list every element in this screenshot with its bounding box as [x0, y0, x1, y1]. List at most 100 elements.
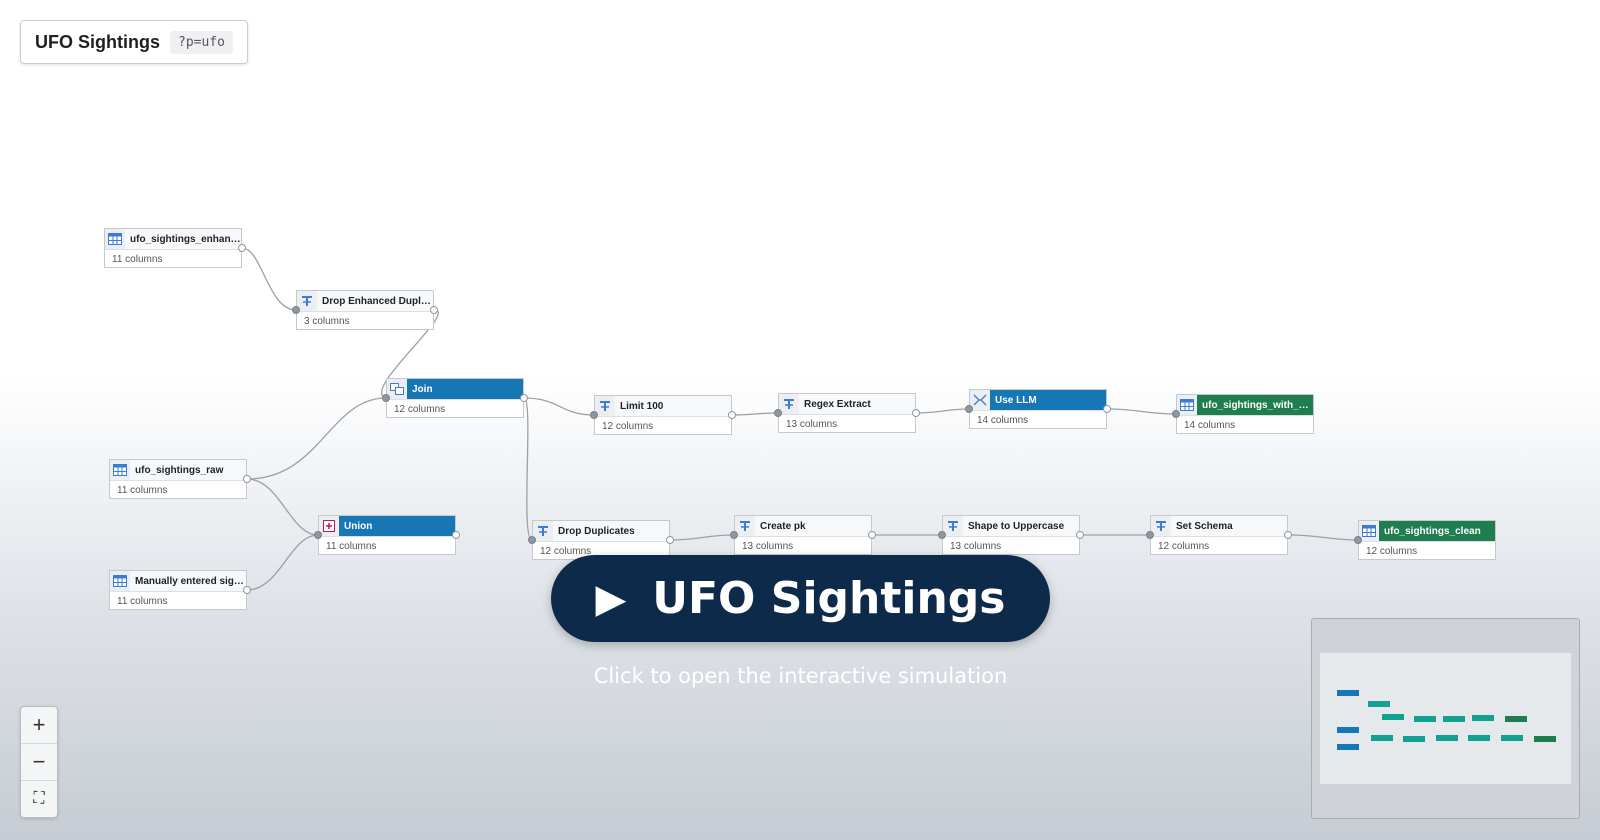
node-drop-enhanced-duplicates[interactable]: Drop Enhanced Dupli… 3 columns — [296, 290, 434, 330]
node-name: Drop Enhanced Dupli… — [322, 295, 433, 307]
minimap-node — [1337, 690, 1359, 696]
node-ufo-sightings-enhanced[interactable]: ufo_sightings_enhan… 11 columns — [104, 228, 242, 268]
node-drop-duplicates[interactable]: Drop Duplicates 12 columns — [532, 520, 670, 560]
node-join[interactable]: Join 12 columns — [386, 378, 524, 418]
node-column-count: 14 columns — [977, 415, 1029, 426]
node-column-count: 13 columns — [950, 541, 1002, 552]
node-output-port[interactable] — [452, 531, 460, 539]
node-name: Shape to Uppercase — [968, 520, 1065, 532]
edge-join-to-limit — [523, 397, 595, 416]
minimap-node — [1337, 744, 1359, 750]
node-output-port[interactable] — [430, 306, 438, 314]
transform-icon — [1151, 516, 1171, 536]
cta-label: UFO Sightings — [652, 573, 1006, 624]
node-column-count: 11 columns — [112, 254, 163, 265]
node-union[interactable]: Union 11 columns — [318, 515, 456, 555]
edge-raw-to-union — [246, 478, 319, 536]
minimap-node — [1468, 735, 1490, 741]
node-output-port[interactable] — [912, 409, 920, 417]
node-output-port[interactable] — [1103, 405, 1111, 413]
node-output-port[interactable] — [243, 586, 251, 594]
node-column-count: 13 columns — [786, 419, 838, 430]
edge-dropdup-to-createpk — [669, 534, 735, 541]
node-create-pk[interactable]: Create pk 13 columns — [734, 515, 872, 555]
node-column-count: 14 columns — [1184, 420, 1236, 431]
open-simulation-button[interactable]: ▶ UFO Sightings — [551, 555, 1050, 642]
node-column-count: 13 columns — [742, 541, 794, 552]
node-limit-100[interactable]: Limit 100 12 columns — [594, 395, 732, 435]
node-input-port[interactable] — [774, 409, 782, 417]
node-use-llm[interactable]: Use LLM 14 columns — [969, 389, 1107, 429]
node-column-count: 11 columns — [326, 541, 377, 552]
node-input-port[interactable] — [1146, 531, 1154, 539]
node-ufo-sightings-with-output[interactable]: ufo_sightings_with_c… 14 columns — [1176, 394, 1314, 434]
minimap-node — [1443, 716, 1465, 722]
minimap-node — [1534, 736, 1556, 742]
node-name: ufo_sightings_with_c… — [1202, 399, 1313, 411]
node-input-port[interactable] — [1172, 410, 1180, 418]
node-output-port[interactable] — [243, 475, 251, 483]
minimap-node — [1505, 716, 1527, 722]
minimap[interactable] — [1311, 618, 1580, 819]
node-column-count: 12 columns — [602, 421, 654, 432]
node-name: ufo_sightings_enhan… — [130, 233, 241, 245]
node-input-port[interactable] — [1354, 536, 1362, 544]
node-name: Regex Extract — [804, 398, 871, 410]
node-input-port[interactable] — [382, 394, 390, 402]
transform-icon — [943, 516, 963, 536]
node-input-port[interactable] — [528, 536, 536, 544]
node-manually-entered-sightings[interactable]: Manually entered sig… 11 columns — [109, 570, 247, 610]
transform-icon — [297, 291, 317, 311]
node-input-port[interactable] — [965, 405, 973, 413]
node-column-count: 12 columns — [1158, 541, 1210, 552]
minimap-node — [1472, 715, 1494, 721]
union-icon — [319, 516, 339, 536]
node-input-port[interactable] — [292, 306, 300, 314]
minimap-node — [1371, 735, 1393, 741]
table-icon — [110, 460, 130, 480]
node-set-schema[interactable]: Set Schema 12 columns — [1150, 515, 1288, 555]
fit-view-button[interactable]: ⛶ — [21, 781, 57, 817]
zoom-in-button[interactable]: + — [21, 707, 57, 744]
node-ufo-sightings-clean[interactable]: ufo_sightings_clean 12 columns — [1358, 520, 1496, 560]
node-output-port[interactable] — [1284, 531, 1292, 539]
zoom-controls: + − ⛶ — [20, 706, 58, 818]
node-column-count: 12 columns — [1366, 546, 1418, 557]
node-column-count: 11 columns — [117, 485, 168, 496]
node-output-port[interactable] — [666, 536, 674, 544]
node-output-port[interactable] — [868, 531, 876, 539]
edge-limit-to-regex — [731, 412, 779, 416]
node-name: Join — [412, 383, 433, 395]
edge-llm-to-output — [1106, 408, 1177, 415]
table-icon — [110, 571, 130, 591]
node-regex-extract[interactable]: Regex Extract 13 columns — [778, 393, 916, 433]
node-output-port[interactable] — [520, 394, 528, 402]
minimap-node — [1436, 735, 1458, 741]
node-name: Drop Duplicates — [558, 525, 635, 537]
node-input-port[interactable] — [314, 531, 322, 539]
minimap-node — [1501, 735, 1523, 741]
transform-icon — [779, 394, 799, 414]
node-shape-to-uppercase[interactable]: Shape to Uppercase 13 columns — [942, 515, 1080, 555]
node-input-port[interactable] — [730, 531, 738, 539]
node-name: Set Schema — [1176, 520, 1233, 532]
node-output-port[interactable] — [728, 411, 736, 419]
node-name: ufo_sightings_clean — [1384, 525, 1481, 537]
llm-icon — [970, 390, 990, 410]
transform-icon — [595, 396, 615, 416]
minimap-node — [1414, 716, 1436, 722]
node-name: Use LLM — [995, 394, 1037, 406]
node-ufo-sightings-raw[interactable]: ufo_sightings_raw 11 columns — [109, 459, 247, 499]
node-input-port[interactable] — [590, 411, 598, 419]
node-name: Manually entered sig… — [135, 575, 244, 587]
transform-icon — [735, 516, 755, 536]
node-input-port[interactable] — [938, 531, 946, 539]
node-output-port[interactable] — [1076, 531, 1084, 539]
cta-subtitle: Click to open the interactive simulation — [593, 664, 1008, 688]
node-name: Limit 100 — [620, 400, 664, 412]
node-output-port[interactable] — [238, 244, 246, 252]
transform-icon — [533, 521, 553, 541]
edge-manual-to-union — [246, 534, 319, 591]
table-icon — [105, 229, 125, 249]
zoom-out-button[interactable]: − — [21, 744, 57, 781]
